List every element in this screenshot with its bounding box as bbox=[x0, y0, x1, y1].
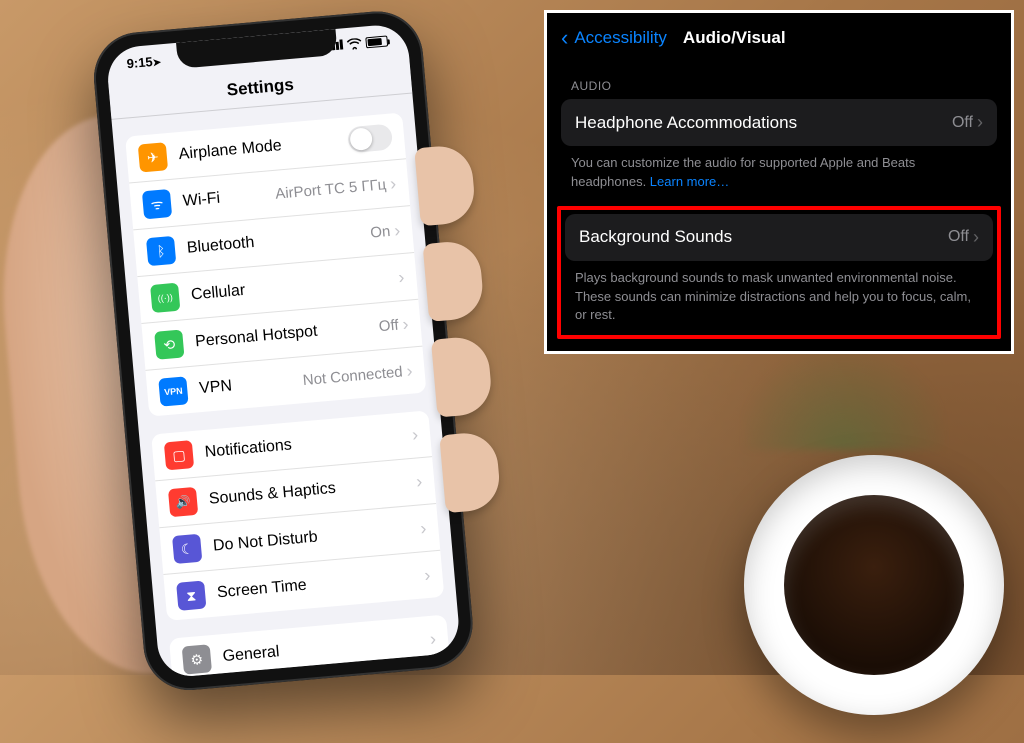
settings-group-connectivity: ✈ Airplane Mode ᯤ Wi-Fi AirPort TC 5 ГГц… bbox=[125, 112, 426, 416]
chevron-right-icon: › bbox=[977, 112, 983, 133]
coffee-cup-decor bbox=[744, 455, 1004, 715]
hotspot-icon: ⟲ bbox=[154, 329, 184, 359]
back-button[interactable]: Accessibility bbox=[574, 28, 667, 48]
row-background-sounds[interactable]: Background Sounds Off › bbox=[565, 214, 993, 261]
row-label: Do Not Disturb bbox=[212, 519, 421, 555]
chevron-right-icon: › bbox=[433, 675, 441, 679]
settings-group-general: ⚙ General › ⊟ Control Center › bbox=[169, 615, 454, 679]
battery-icon bbox=[365, 35, 388, 48]
airplane-icon: ✈ bbox=[138, 142, 168, 172]
row-value: On bbox=[370, 222, 391, 241]
learn-more-link[interactable]: Learn more… bbox=[650, 174, 729, 189]
chevron-right-icon: › bbox=[389, 173, 397, 194]
audio-visual-panel: ‹ Accessibility Audio/Visual AUDIO Headp… bbox=[544, 10, 1014, 354]
status-right bbox=[327, 35, 388, 51]
highlight-box: Background Sounds Off › Plays background… bbox=[557, 206, 1001, 340]
notifications-icon: ▢ bbox=[164, 440, 194, 470]
general-icon: ⚙ bbox=[182, 644, 212, 674]
row-label: Sounds & Haptics bbox=[208, 473, 417, 509]
row-value: Off bbox=[378, 316, 399, 335]
row-label: Background Sounds bbox=[579, 227, 948, 247]
row-label: Personal Hotspot bbox=[194, 317, 379, 351]
wifi-icon: ᯤ bbox=[142, 189, 172, 219]
chevron-right-icon: › bbox=[973, 227, 979, 248]
chevron-right-icon: › bbox=[415, 471, 423, 492]
background-sounds-footer: Plays background sounds to mask unwanted… bbox=[561, 261, 997, 328]
chevron-right-icon: › bbox=[429, 628, 437, 649]
headphone-footer: You can customize the audio for supporte… bbox=[547, 146, 1011, 206]
bluetooth-icon: ᛒ bbox=[146, 236, 176, 266]
dnd-icon: ☾ bbox=[172, 534, 202, 564]
footer-text: You can customize the audio for supporte… bbox=[571, 155, 915, 189]
chevron-right-icon: › bbox=[423, 564, 431, 585]
settings-screen[interactable]: Settings ✈ Airplane Mode ᯤ Wi-Fi AirPort… bbox=[108, 55, 461, 679]
row-label: Bluetooth bbox=[186, 224, 371, 258]
row-label: General bbox=[222, 630, 431, 666]
row-general[interactable]: ⚙ General › bbox=[169, 615, 450, 679]
row-label: Control Center bbox=[226, 677, 435, 679]
section-label-audio: AUDIO bbox=[547, 61, 1011, 99]
row-value: AirPort TC 5 ГГц bbox=[275, 176, 387, 203]
row-headphone-accommodations[interactable]: Headphone Accommodations Off › bbox=[561, 99, 997, 146]
row-label: VPN bbox=[199, 371, 304, 398]
back-chevron-icon[interactable]: ‹ bbox=[561, 27, 568, 49]
row-value: Off bbox=[952, 114, 973, 132]
chevron-right-icon: › bbox=[419, 517, 427, 538]
row-value: Not Connected bbox=[302, 363, 403, 389]
phone-mockup: 9:15➤ Settings ✈ Airplane Mode bbox=[90, 6, 495, 733]
chevron-right-icon: › bbox=[411, 424, 419, 445]
settings-group-alerts: ▢ Notifications › 🔊 Sounds & Haptics › ☾… bbox=[151, 410, 444, 621]
wifi-icon bbox=[346, 37, 362, 49]
row-label: Headphone Accommodations bbox=[575, 113, 952, 133]
sounds-icon: 🔊 bbox=[168, 487, 198, 517]
row-label: Cellular bbox=[190, 268, 399, 304]
row-label: Airplane Mode bbox=[178, 131, 349, 164]
chevron-right-icon: › bbox=[406, 360, 414, 381]
status-time: 9:15➤ bbox=[126, 53, 162, 71]
chevron-right-icon: › bbox=[397, 266, 405, 287]
footer-text: Plays background sounds to mask unwanted… bbox=[575, 270, 971, 323]
overlay-header: ‹ Accessibility Audio/Visual bbox=[547, 13, 1011, 61]
row-value: Off bbox=[948, 228, 969, 246]
phone-body: 9:15➤ Settings ✈ Airplane Mode bbox=[90, 8, 476, 694]
row-label: Notifications bbox=[204, 426, 413, 462]
chevron-right-icon: › bbox=[393, 220, 401, 241]
row-label: Wi-Fi bbox=[182, 185, 276, 211]
vpn-icon: VPN bbox=[158, 376, 188, 406]
phone-screen: 9:15➤ Settings ✈ Airplane Mode bbox=[105, 23, 461, 679]
cellular-icon: ((·)) bbox=[150, 283, 180, 313]
overlay-title: Audio/Visual bbox=[683, 28, 786, 48]
row-label: Screen Time bbox=[216, 566, 425, 602]
screentime-icon: ⧗ bbox=[176, 581, 206, 611]
airplane-toggle[interactable] bbox=[347, 123, 393, 153]
chevron-right-icon: › bbox=[402, 313, 410, 334]
